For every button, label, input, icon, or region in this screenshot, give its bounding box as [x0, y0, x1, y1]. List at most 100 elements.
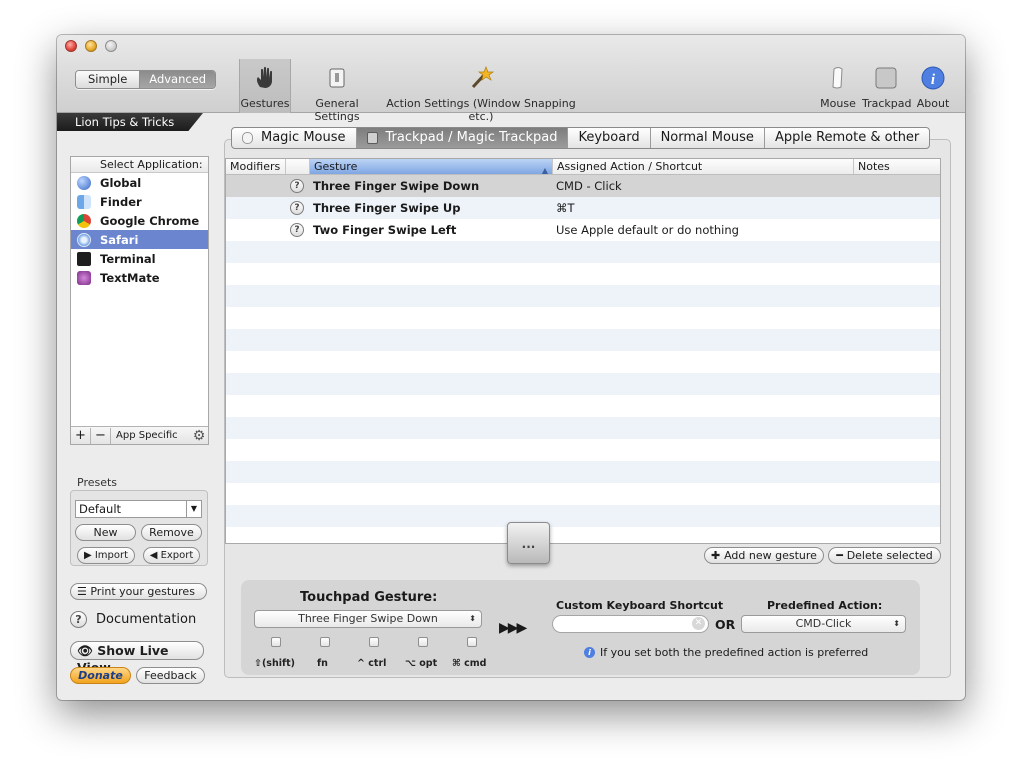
- app-item-google-chrome[interactable]: Google Chrome: [71, 211, 208, 230]
- tab-normal-mouse[interactable]: Normal Mouse: [651, 128, 765, 148]
- play-icon: ▶: [83, 550, 95, 561]
- presets-group: Default ▼ New Remove ▶ Import ◀ Export: [70, 490, 208, 566]
- custom-shortcut-input[interactable]: ✕: [552, 615, 709, 633]
- app-item-global[interactable]: Global: [71, 173, 208, 192]
- magic-wand-icon: [385, 65, 577, 91]
- app-item-label: Finder: [100, 194, 142, 209]
- export-preset-button[interactable]: ◀ Export: [143, 547, 200, 564]
- toolbar-trackpad[interactable]: Trackpad: [862, 65, 912, 110]
- column-header-notes[interactable]: Notes: [854, 159, 940, 174]
- app-item-safari[interactable]: Safari: [71, 230, 208, 249]
- new-preset-button[interactable]: New: [75, 524, 136, 541]
- gesture-select[interactable]: Three Finger Swipe Down ⬍: [254, 610, 482, 628]
- ctrl-label: ^ ctrl: [357, 658, 387, 669]
- finder-icon: [77, 194, 91, 209]
- mode-segmented-control: Simple Advanced: [75, 70, 217, 89]
- toolbar-about[interactable]: i About: [916, 65, 950, 110]
- globe-icon: [77, 175, 91, 190]
- app-item-textmate[interactable]: TextMate: [71, 268, 208, 287]
- import-preset-button[interactable]: ▶ Import: [77, 547, 135, 564]
- toolbar-mouse-label: Mouse: [820, 97, 856, 110]
- import-label: Import: [94, 550, 129, 561]
- fn-label: fn: [317, 658, 328, 669]
- remove-preset-button[interactable]: Remove: [141, 524, 202, 541]
- action-cell: ⌘T: [556, 201, 575, 215]
- fn-checkbox[interactable]: [320, 637, 330, 647]
- table-row[interactable]: ? Three Finger Swipe Down CMD - Click: [226, 175, 940, 197]
- app-item-label: Terminal: [100, 251, 156, 266]
- add-gesture-button[interactable]: ✚ Add new gesture: [704, 547, 824, 564]
- lion-tips-button[interactable]: Lion Tips & Tricks: [57, 113, 203, 131]
- shift-label: ⇧(shift): [254, 658, 295, 669]
- delete-selected-button[interactable]: ━ Delete selected: [828, 547, 941, 564]
- app-item-label: TextMate: [100, 270, 160, 285]
- close-window-button[interactable]: [65, 40, 77, 52]
- empty-row: [226, 329, 940, 351]
- app-item-finder[interactable]: Finder: [71, 192, 208, 211]
- tab-keyboard[interactable]: Keyboard: [568, 128, 651, 148]
- remove-app-button[interactable]: −: [91, 427, 111, 444]
- preference-info: i If you set both the predefined action …: [584, 646, 868, 659]
- table-body: ? Three Finger Swipe Down CMD - Click ? …: [226, 175, 940, 543]
- gesture-select-value: Three Finger Swipe Down: [298, 612, 438, 625]
- empty-row: [226, 483, 940, 505]
- toolbar-gestures[interactable]: Gestures: [239, 59, 291, 113]
- trackpad-icon: [366, 132, 378, 144]
- table-row[interactable]: ? Two Finger Swipe Left Use Apple defaul…: [226, 219, 940, 241]
- empty-row: [226, 439, 940, 461]
- ctrl-checkbox[interactable]: [369, 637, 379, 647]
- documentation-link[interactable]: ? Documentation: [70, 611, 196, 628]
- chrome-icon: [77, 213, 91, 228]
- donate-button[interactable]: Donate: [70, 667, 131, 684]
- more-options-button[interactable]: ...: [507, 522, 550, 564]
- back-icon: ◀: [149, 550, 161, 561]
- mode-advanced-button[interactable]: Advanced: [140, 71, 216, 88]
- tab-apple-remote[interactable]: Apple Remote & other: [765, 128, 929, 148]
- minus-icon: ━: [836, 549, 847, 562]
- action-cell: Use Apple default or do nothing: [556, 223, 739, 237]
- empty-row: [226, 527, 940, 543]
- predefined-action-select[interactable]: CMD-Click ⬍: [741, 615, 906, 633]
- opt-label: ⌥ opt: [405, 658, 438, 669]
- gesture-cell: Two Finger Swipe Left: [313, 223, 457, 237]
- feedback-button[interactable]: Feedback: [136, 667, 205, 684]
- minimize-window-button[interactable]: [85, 40, 97, 52]
- export-label: Export: [160, 550, 194, 561]
- zoom-window-button[interactable]: [105, 40, 117, 52]
- help-icon: ?: [70, 611, 87, 628]
- tab-label: Magic Mouse: [261, 130, 346, 145]
- cmd-checkbox[interactable]: [467, 637, 477, 647]
- tab-magic-mouse[interactable]: Magic Mouse: [232, 128, 357, 148]
- add-app-button[interactable]: +: [71, 427, 91, 444]
- gear-icon[interactable]: ⚙: [190, 428, 208, 444]
- column-header-spacer: [286, 159, 310, 174]
- mode-simple-button[interactable]: Simple: [76, 71, 141, 88]
- tab-trackpad[interactable]: Trackpad / Magic Trackpad: [356, 128, 569, 148]
- application-list-footer: + − App Specific ⚙: [71, 426, 208, 444]
- empty-row: [226, 351, 940, 373]
- presets-label: Presets: [77, 476, 118, 489]
- device-tabs: Magic Mouse Trackpad / Magic Trackpad Ke…: [231, 127, 931, 149]
- cmd-label: ⌘ cmd: [452, 658, 487, 669]
- column-header-action[interactable]: Assigned Action / Shortcut: [553, 159, 854, 174]
- gesture-cell: Three Finger Swipe Down: [313, 179, 480, 193]
- column-header-gesture[interactable]: Gesture ▲: [310, 159, 553, 175]
- or-label: OR: [715, 617, 736, 632]
- print-gestures-button[interactable]: ☰ Print your gestures: [70, 583, 207, 600]
- opt-checkbox[interactable]: [418, 637, 428, 647]
- toolbar-trackpad-label: Trackpad: [862, 97, 912, 110]
- list-icon: ☰: [77, 585, 91, 598]
- clear-icon[interactable]: ✕: [692, 617, 705, 630]
- toolbar-action-settings[interactable]: Action Settings (Window Snapping etc.): [385, 65, 577, 123]
- application-list: Select Application: Global Finder Google…: [70, 156, 209, 445]
- add-gesture-label: Add new gesture: [724, 549, 817, 562]
- preset-select[interactable]: Default ▼: [75, 500, 202, 518]
- show-live-view-button[interactable]: 👁 Show Live View: [70, 641, 204, 675]
- column-header-modifiers[interactable]: Modifiers: [226, 159, 286, 174]
- toolbar-mouse[interactable]: Mouse: [820, 65, 856, 110]
- app-item-terminal[interactable]: Terminal: [71, 249, 208, 268]
- mouse-icon: [820, 65, 856, 91]
- toolbar-general-settings[interactable]: General Settings: [297, 65, 377, 123]
- table-row[interactable]: ? Three Finger Swipe Up ⌘T: [226, 197, 940, 219]
- shift-checkbox[interactable]: [271, 637, 281, 647]
